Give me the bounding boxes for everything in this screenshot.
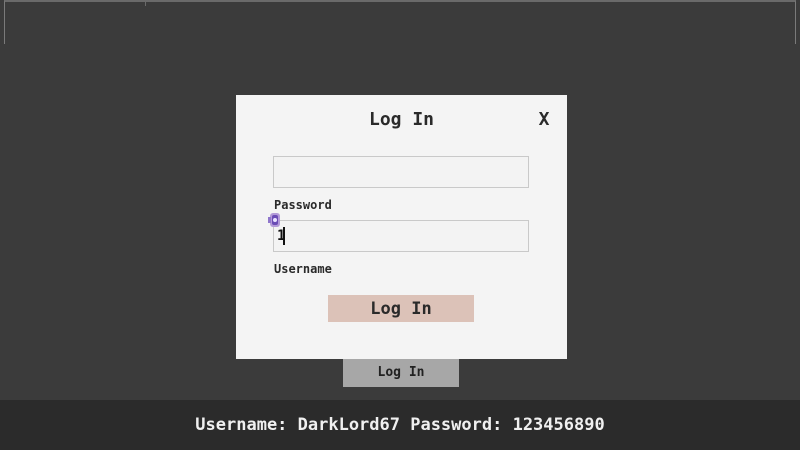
cursor-icon: [268, 213, 280, 227]
username-label: Username: [274, 262, 332, 276]
footer: Username: DarkLord67 Password: 123456890: [0, 400, 800, 450]
credentials-text: Username: DarkLord67 Password: 123456890: [195, 415, 605, 435]
close-button[interactable]: X: [536, 109, 552, 131]
login-dialog: Log In X Password 1 Username Log In: [236, 95, 567, 359]
password-label: Password: [274, 198, 332, 212]
second-input[interactable]: [273, 220, 529, 252]
dialog-title: Log In: [368, 109, 435, 130]
first-input[interactable]: [273, 156, 529, 188]
game-screen: Log In Log In X Password 1 Username Log …: [0, 0, 800, 450]
submit-login-button[interactable]: Log In: [328, 295, 474, 322]
top-frame: [4, 0, 796, 44]
background-login-button[interactable]: Log In: [343, 355, 459, 387]
